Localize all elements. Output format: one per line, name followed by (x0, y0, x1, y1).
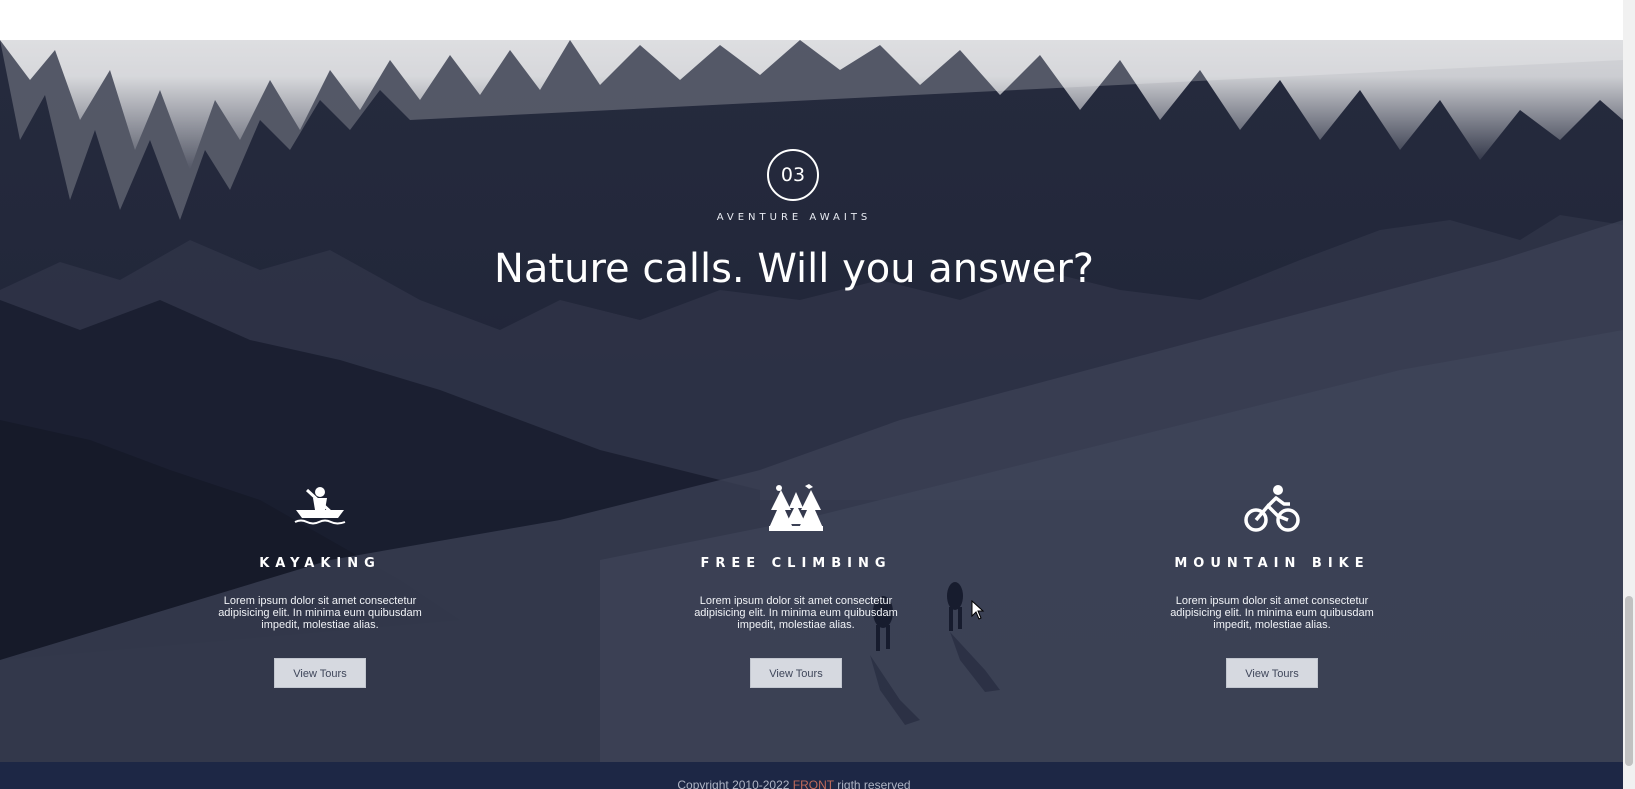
copyright-prefix: Copyright 2010-2022 (677, 778, 793, 789)
feature-kayaking: KAYAKING Lorem ipsum dolor sit amet cons… (170, 484, 470, 688)
section-eyebrow: AVENTURE AWAITS (716, 212, 872, 223)
scrollbar-thumb[interactable] (1625, 596, 1633, 766)
section-headline: Nature calls. Will you answer? (494, 246, 1094, 292)
page: 03 AVENTURE AWAITS Nature calls. Will yo… (0, 0, 1635, 789)
feature-mountain-bike: MOUNTAIN BIKE Lorem ipsum dolor sit amet… (1122, 484, 1422, 688)
feature-title: FREE CLIMBING (700, 556, 892, 571)
mouse-cursor-icon (971, 600, 985, 620)
page-scrollbar[interactable] (1623, 0, 1635, 789)
feature-description: Lorem ipsum dolor sit amet consectetur a… (218, 595, 422, 631)
feature-title: MOUNTAIN BIKE (1174, 556, 1370, 571)
section-number: 03 (780, 164, 806, 186)
view-tours-button[interactable]: View Tours (274, 658, 366, 688)
view-tours-button[interactable]: View Tours (750, 658, 842, 688)
copyright-suffix: rigth reserved (833, 778, 911, 789)
feature-title: KAYAKING (259, 556, 381, 571)
adventure-section: 03 AVENTURE AWAITS Nature calls. Will yo… (0, 0, 1623, 762)
feature-free-climbing: FREE CLIMBING Lorem ipsum dolor sit amet… (646, 484, 946, 688)
bicycle-icon (1244, 485, 1300, 532)
site-footer: Copyright 2010-2022 FRONT rigth reserved (0, 762, 1623, 789)
kayak-icon (294, 487, 346, 525)
trees-icon (769, 484, 823, 531)
section-number-badge: 03 (767, 149, 819, 201)
feature-description: Lorem ipsum dolor sit amet consectetur a… (694, 595, 898, 631)
view-tours-button[interactable]: View Tours (1226, 658, 1318, 688)
feature-description: Lorem ipsum dolor sit amet consectetur a… (1170, 595, 1374, 631)
brand-link[interactable]: FRONT (793, 778, 834, 789)
copyright-text: Copyright 2010-2022 FRONT rigth reserved (0, 778, 1588, 789)
